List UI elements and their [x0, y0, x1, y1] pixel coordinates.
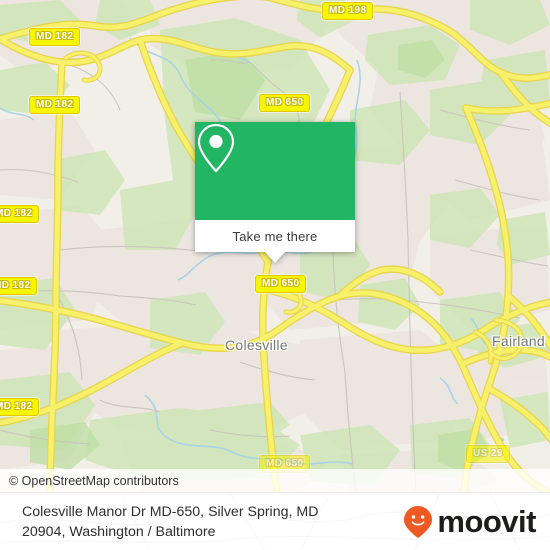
footer-bar: Colesville Manor Dr MD-650, Silver Sprin…: [0, 492, 550, 550]
map-pin-icon: [197, 123, 235, 173]
road-shield: MD 182: [29, 28, 81, 46]
road-shield: MD 182: [29, 96, 81, 114]
address-text: Colesville Manor Dr MD-650, Silver Sprin…: [22, 502, 318, 542]
road-shield: MD 182: [0, 205, 40, 223]
location-popup-card[interactable]: Take me there: [195, 122, 355, 263]
place-label-fairland: Fairland: [492, 333, 545, 349]
attribution-text: © OpenStreetMap contributors: [9, 473, 179, 488]
take-me-there-button[interactable]: Take me there: [195, 220, 355, 252]
map-canvas[interactable]: MD 182 MD 182 MD 198 MD 650 MD 182 MD 18…: [0, 0, 550, 492]
road-shield: MD 650: [259, 94, 311, 112]
moovit-wordmark: moovit: [437, 504, 536, 539]
road-shield: MD 182: [0, 277, 38, 295]
popup-tail: [265, 252, 285, 263]
road-shield: MD 198: [322, 2, 374, 20]
road-shield: MD 650: [255, 275, 307, 293]
map-screenshot: MD 182 MD 182 MD 198 MD 650 MD 182 MD 18…: [0, 0, 550, 550]
address-line-2: 20904, Washington / Baltimore: [22, 523, 216, 540]
road-shield: US 29: [466, 445, 510, 463]
moovit-pin-smiley-icon: [404, 505, 433, 538]
road-shield: MD 182: [0, 398, 40, 416]
address-line-1: Colesville Manor Dr MD-650, Silver Sprin…: [22, 503, 319, 520]
place-label-colesville: Colesville: [225, 337, 288, 353]
popup-marker-panel: [195, 122, 355, 220]
moovit-brand[interactable]: moovit: [403, 505, 536, 539]
map-attribution: © OpenStreetMap contributors: [0, 469, 550, 492]
